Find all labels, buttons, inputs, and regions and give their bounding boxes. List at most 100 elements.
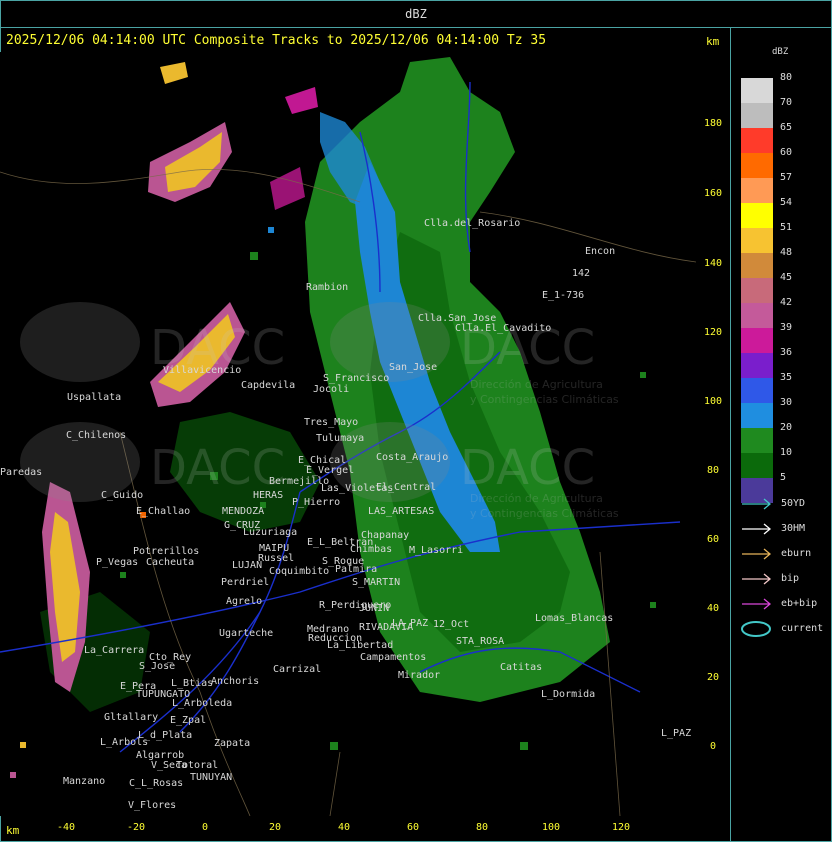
place-label: Tulumaya: [316, 433, 365, 444]
place-label: Chapanay: [361, 530, 410, 541]
watermark-brand: DACC: [460, 440, 596, 496]
legend-swatch: [741, 103, 773, 128]
legend-swatch: [741, 453, 773, 478]
place-label: Villavicencio: [163, 365, 242, 376]
place-label: El_Central: [376, 482, 437, 493]
place-label: C_L_Rosas: [129, 778, 184, 789]
legend-swatch: [741, 378, 773, 403]
place-label: E_Challao: [136, 506, 191, 517]
y-tick-label: 20: [706, 672, 720, 683]
place-label: LUJAN: [232, 560, 263, 571]
legend-value-label: 57: [780, 172, 793, 183]
title-bar: dBZ: [0, 0, 832, 28]
legend-value-label: 80: [780, 72, 793, 83]
y-tick-label: 0: [709, 741, 717, 752]
place-label: Campamentos: [360, 652, 427, 663]
track-arrow-icon: [742, 498, 772, 510]
place-label: Costa_Araujo: [376, 452, 449, 463]
place-label: Mirador: [398, 670, 441, 681]
place-label: Zapata: [214, 738, 251, 749]
place-label: S_MARTIN: [352, 577, 401, 588]
place-label: Manzano: [63, 776, 106, 787]
place-label: Jocoli: [313, 384, 350, 395]
legend-swatch: [741, 303, 773, 328]
track-arrow-icon: [742, 573, 772, 585]
watermark-line: y Contingencias Climáticas: [470, 507, 619, 520]
legend-swatch: [741, 203, 773, 228]
legend-value-label: 60: [780, 147, 793, 158]
y-tick-label: 100: [703, 396, 723, 407]
legend-value-label: 65: [780, 122, 793, 133]
place-label: Ugarteche: [219, 628, 274, 639]
place-label: La_Libertad: [327, 640, 394, 651]
track-legend-label: current: [781, 623, 824, 634]
track-arrow-icon: [742, 548, 772, 560]
y-tick-label: 180: [703, 118, 723, 129]
track-arrow-icon: [742, 523, 772, 535]
y-tick-label: 160: [703, 188, 723, 199]
place-label: TUNUYAN: [190, 772, 233, 783]
legend-value-label: 10: [780, 447, 793, 458]
place-label: HERAS: [253, 490, 284, 501]
place-label: L_Btias: [171, 678, 214, 689]
track-legend-label: 50YD: [781, 498, 806, 509]
place-label: Chimbas: [350, 544, 393, 555]
place-label: Gltallary: [104, 712, 159, 723]
current-ellipse-icon: [741, 621, 771, 637]
legend-value-label: 70: [780, 97, 793, 108]
y-tick-label: 60: [706, 534, 720, 545]
window-title: dBZ: [405, 7, 427, 21]
x-tick-label: 40: [337, 822, 351, 833]
place-label: LA_PAZ: [392, 618, 429, 629]
place-label: E_Vergel: [306, 465, 355, 476]
place-label: P_Vegas: [96, 557, 139, 568]
place-label: Palmira: [335, 564, 378, 575]
place-label: E_Zpal: [170, 715, 207, 726]
place-label: L_PAZ: [661, 728, 692, 739]
place-label: Anchoris: [211, 676, 260, 687]
place-label: Clla.El_Cavadito: [455, 323, 552, 334]
legend-value-label: 48: [780, 247, 793, 258]
x-tick-label: -40: [56, 822, 76, 833]
legend-swatch: [741, 428, 773, 453]
place-label: STA_ROSA: [456, 636, 505, 647]
place-label: Tres_Mayo: [304, 417, 359, 428]
legend-value-label: 36: [780, 347, 793, 358]
place-label: Coquimbito: [269, 566, 330, 577]
legend-swatch: [741, 253, 773, 278]
y-tick-label: 120: [703, 327, 723, 338]
x-axis-unit: km: [6, 824, 20, 837]
watermark-brand: DACC: [150, 440, 286, 496]
x-tick-label: 100: [541, 822, 561, 833]
legend-value-label: 51: [780, 222, 793, 233]
legend-swatch: [741, 328, 773, 353]
legend-swatch: [741, 153, 773, 178]
y-tick-label: 140: [703, 258, 723, 269]
legend-value-label: 30: [780, 397, 793, 408]
place-label: Luzuriaga: [243, 527, 298, 538]
y-tick-label: 40: [706, 603, 720, 614]
place-label: Carrizal: [273, 664, 322, 675]
track-legend-label: bip: [781, 573, 800, 584]
place-label: Lomas_Blancas: [535, 613, 614, 624]
place-label: M_Lasorri: [409, 545, 464, 556]
y-tick-label: 80: [706, 465, 720, 476]
x-tick-label: 80: [475, 822, 489, 833]
place-label: MENDOZA: [222, 506, 265, 517]
x-tick-label: 120: [611, 822, 631, 833]
place-label: Uspallata: [67, 392, 122, 403]
legend-swatch: [741, 278, 773, 303]
place-label: E_1-736: [542, 290, 585, 301]
legend-value-label: 20: [780, 422, 793, 433]
place-label: Potrerillos: [133, 546, 200, 557]
legend-value-label: 5: [780, 472, 787, 483]
legend-value-label: 42: [780, 297, 793, 308]
track-arrow-icon: [742, 598, 772, 610]
place-label: L_Arbols: [100, 737, 149, 748]
track-legend-label: eb+bip: [781, 598, 818, 609]
place-label: San_Jose: [389, 362, 438, 373]
place-label: Clla.del_Rosario: [424, 218, 521, 229]
place-label: C_Chilenos: [66, 430, 127, 441]
place-label: 12_Oct: [433, 619, 470, 630]
place-label: LAS_ARTESAS: [368, 506, 435, 517]
